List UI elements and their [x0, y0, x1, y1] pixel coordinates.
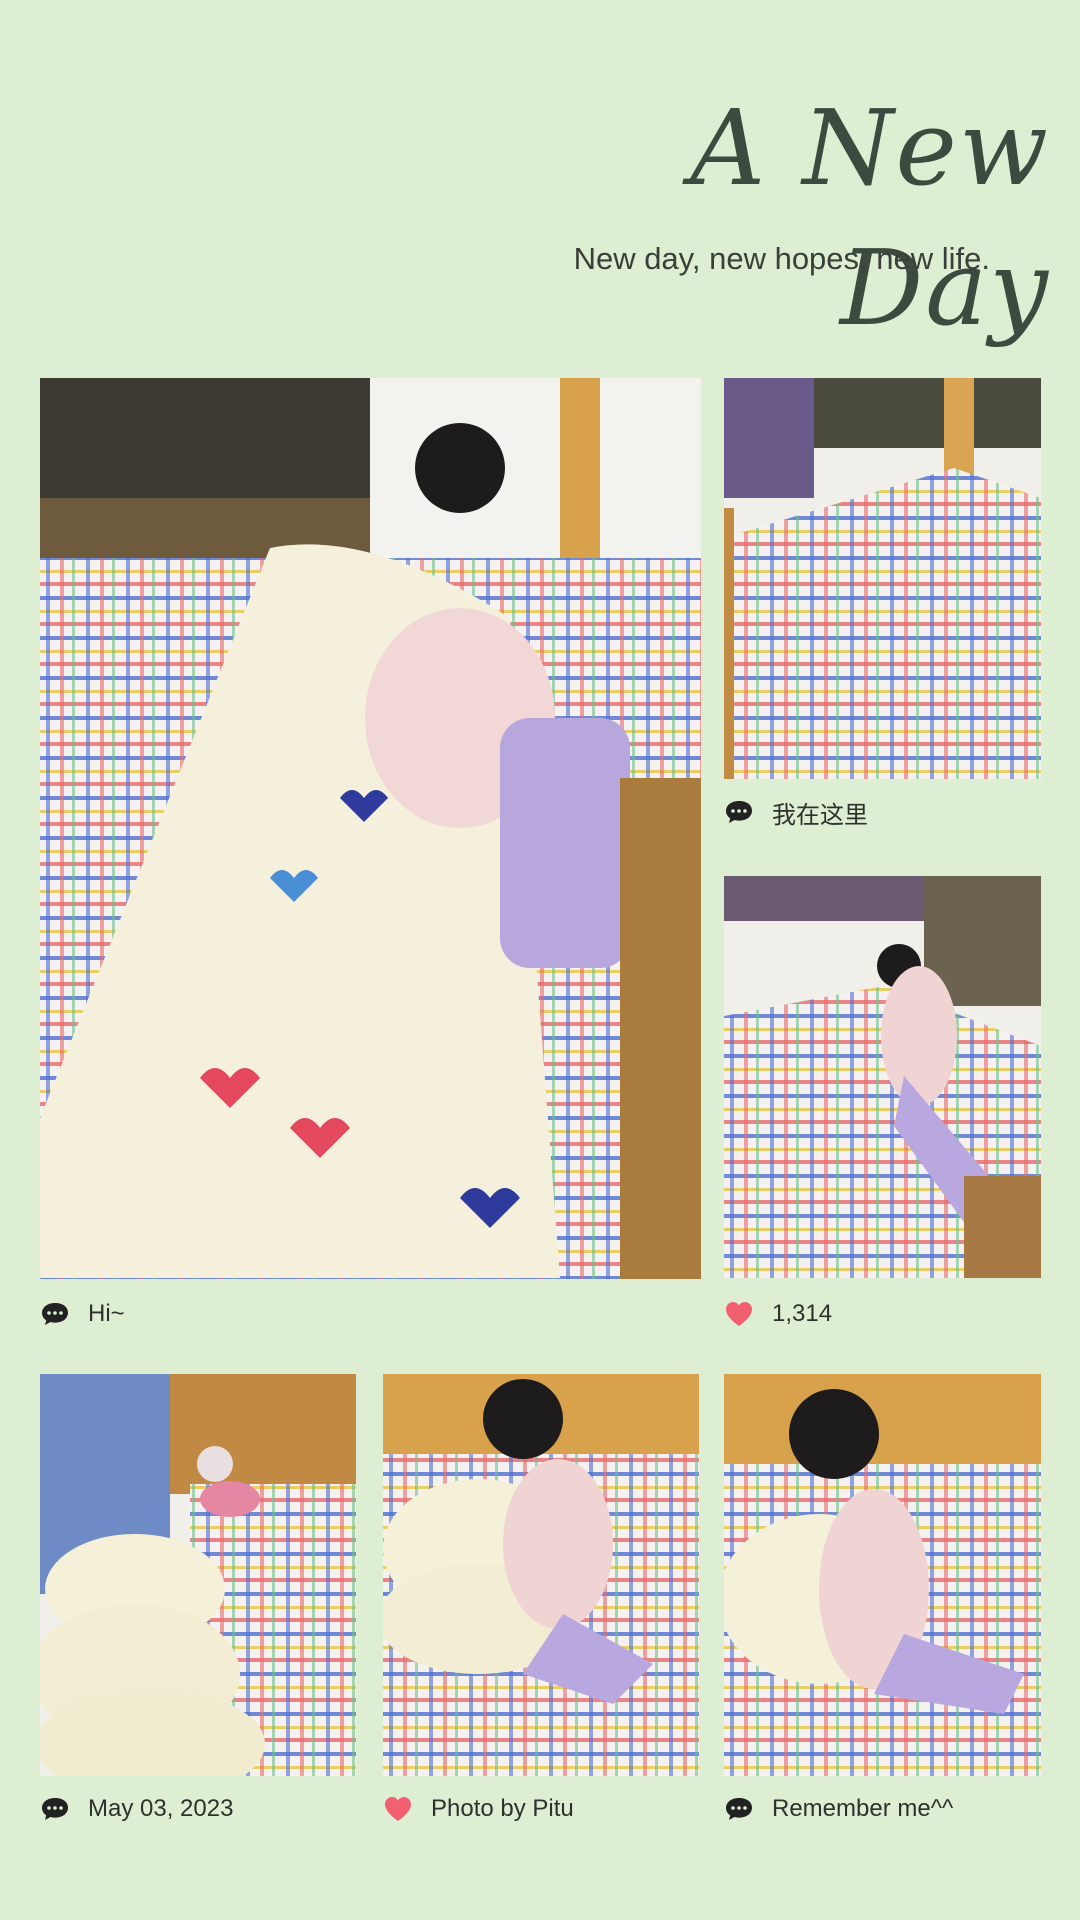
comment-icon[interactable]	[724, 797, 754, 827]
page-subtitle: New day, new hopes, new life.	[573, 241, 990, 276]
caption-bottom-right: Remember me^^	[724, 1789, 1041, 1829]
page-title: A New Day	[690, 87, 1050, 349]
heart-icon[interactable]	[724, 1299, 754, 1329]
comment-icon[interactable]	[40, 1299, 70, 1329]
caption-text: 我在这里	[772, 801, 868, 829]
caption-text: 1,314	[772, 1300, 833, 1327]
caption-top-right: 我在这里	[724, 792, 1041, 832]
caption-bottom-center: Photo by Pitu	[383, 1789, 699, 1829]
photo-middle-right[interactable]	[724, 876, 1041, 1278]
caption-text: Hi~	[88, 1300, 125, 1327]
photo-bottom-left[interactable]	[40, 1374, 356, 1776]
photo-top-right[interactable]	[724, 378, 1041, 779]
caption-bottom-left: May 03, 2023	[40, 1789, 356, 1829]
photo-main[interactable]	[40, 378, 701, 1279]
comment-icon[interactable]	[724, 1794, 754, 1824]
caption-text: Photo by Pitu	[431, 1795, 574, 1822]
caption-text: Remember me^^	[772, 1795, 954, 1822]
heart-icon[interactable]	[383, 1794, 413, 1824]
comment-icon[interactable]	[40, 1794, 70, 1824]
caption-main: Hi~	[40, 1294, 701, 1334]
photo-bottom-right[interactable]	[724, 1374, 1041, 1776]
caption-middle-right: 1,314	[724, 1294, 1041, 1334]
caption-text: May 03, 2023	[88, 1795, 234, 1822]
photo-bottom-center[interactable]	[383, 1374, 699, 1776]
